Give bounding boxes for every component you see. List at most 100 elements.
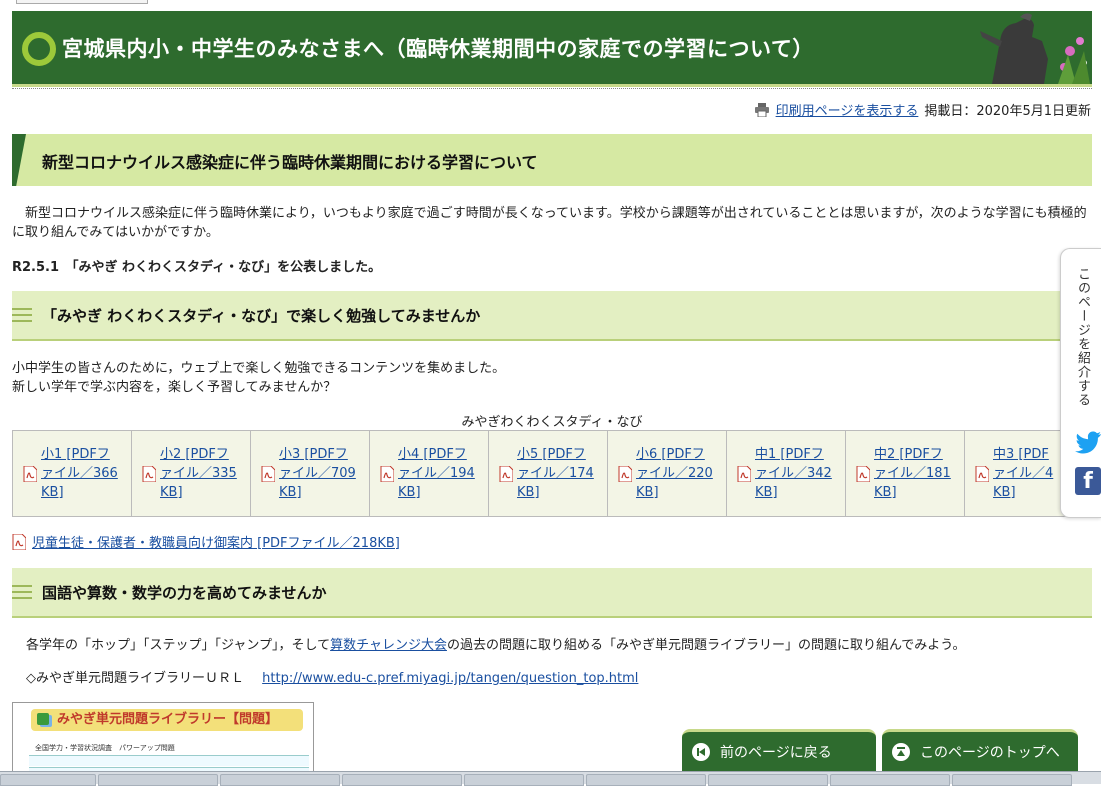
cell-content: 小5 [PDFフ ァイル／174 KB]: [489, 445, 607, 502]
study-navi-text-1: 小中学生の皆さんのために，ウェブ上で楽しく勉強できるコンテンツを集めました。: [12, 361, 506, 376]
taskbar-item[interactable]: [342, 774, 462, 786]
taskbar-item[interactable]: [0, 774, 96, 786]
cell-content: 中2 [PDFフ ァイル／181 KB]: [846, 445, 964, 502]
link-line: 小5 [PDFフ: [517, 447, 586, 462]
twitter-icon[interactable]: [1073, 427, 1101, 457]
grade-pdf-link[interactable]: 小1 [PDFフ ァイル／366 KB]: [41, 445, 121, 502]
print-page-link[interactable]: 印刷用ページを表示する: [776, 100, 919, 119]
share-panel: このページを紹介する f: [1060, 248, 1101, 518]
library-image-header: みやぎ単元問題ライブラリー【問題】: [31, 709, 303, 731]
taskbar-item[interactable]: [586, 774, 706, 786]
taskbar-item[interactable]: [220, 774, 340, 786]
pdf-icon: [975, 465, 990, 482]
taskbar-item[interactable]: [952, 774, 1072, 786]
grade-pdf-link[interactable]: 小2 [PDFフ ァイル／335 KB]: [160, 445, 240, 502]
facebook-icon[interactable]: f: [1075, 467, 1101, 495]
back-button[interactable]: 前のページに戻る: [682, 729, 876, 771]
os-taskbar: [0, 771, 1101, 786]
printer-icon: [754, 102, 770, 117]
grade-pdf-link[interactable]: 小4 [PDFフ ァイル／194 KB]: [398, 445, 478, 502]
print-bar: 印刷用ページを表示する 掲載日：2020年5月1日更新: [754, 100, 1091, 119]
statue-illustration: [972, 11, 1092, 84]
top-tab-fragment[interactable]: [16, 0, 148, 4]
table-cell: 中1 [PDFフ ァイル／342 KB]: [726, 430, 846, 517]
taskbar-item[interactable]: [464, 774, 584, 786]
cell-content: 小4 [PDFフ ァイル／194 KB]: [370, 445, 488, 502]
table-caption: みやぎわくわくスタディ・なび: [461, 415, 643, 430]
link-line: 小3 [PDFフ: [279, 447, 348, 462]
pdf-icon: [856, 465, 871, 482]
cell-content: 小6 [PDFフ ァイル／220 KB]: [608, 445, 726, 502]
heading-accent: [12, 134, 26, 186]
library-url-label: ◇みやぎ単元問題ライブラリーＵＲＬ: [26, 671, 244, 686]
page-top-button-label: このページのトップへ: [920, 744, 1060, 761]
link-line: 中2 [PDFフ: [874, 447, 943, 462]
grade-pdf-link[interactable]: 中1 [PDFフ ァイル／342 KB]: [755, 445, 835, 502]
cell-content: 小1 [PDFフ ァイル／366 KB]: [13, 445, 131, 502]
link-line: ァイル／194: [398, 466, 475, 481]
link-line: 小1 [PDFフ: [41, 447, 110, 462]
publish-date: 掲載日：2020年5月1日更新: [924, 104, 1091, 119]
table-cell: 小5 [PDFフ ァイル／174 KB]: [488, 430, 608, 517]
update-notice: R2.5.1 「みやぎ わくわくスタディ・なび」を公表しました。: [12, 260, 382, 275]
page-title-banner: 宮城県内小・中学生のみなさまへ（臨時休業期間中の家庭での学習について）: [12, 11, 1092, 87]
grade-pdf-link[interactable]: 小3 [PDFフ ァイル／709 KB]: [279, 445, 359, 502]
link-line: ァイル／181: [874, 466, 951, 481]
heading-lines-icon: [12, 308, 32, 322]
table-cell: 小3 [PDFフ ァイル／709 KB]: [250, 430, 370, 517]
table-cell: 小6 [PDFフ ァイル／220 KB]: [607, 430, 727, 517]
pdf-icon: [23, 465, 38, 482]
link-line: KB]: [874, 485, 897, 500]
divider: [12, 88, 1092, 92]
page-title: 宮城県内小・中学生のみなさまへ（臨時休業期間中の家庭での学習について）: [62, 37, 814, 61]
taskbar-item[interactable]: [830, 774, 950, 786]
link-line: ァイル／709: [279, 466, 356, 481]
link-line: 小2 [PDFフ: [160, 447, 229, 462]
circle-bullet-icon: [22, 32, 56, 66]
cell-content: 小2 [PDFフ ァイル／335 KB]: [132, 445, 250, 502]
skills-text-part: 各学年の「ホップ」「ステップ」「ジャンプ」，そして: [26, 638, 331, 653]
link-line: 小4 [PDFフ: [398, 447, 467, 462]
link-line: ァイル／366: [41, 466, 118, 481]
link-line: ァイル／174: [517, 466, 594, 481]
grade-pdf-link[interactable]: 小6 [PDFフ ァイル／220 KB]: [636, 445, 716, 502]
library-logo-icon: [37, 713, 49, 725]
heading-lines-icon: [12, 585, 32, 599]
pdf-icon: [618, 465, 633, 482]
link-line: KB]: [279, 485, 302, 500]
taskbar-item[interactable]: [98, 774, 218, 786]
link-line: KB]: [160, 485, 183, 500]
table-cell: 中2 [PDFフ ァイル／181 KB]: [845, 430, 965, 517]
page-top-button[interactable]: このページのトップへ: [882, 729, 1078, 771]
library-url-row: ◇みやぎ単元問題ライブラリーＵＲＬ http://www.edu-c.pref.…: [26, 669, 638, 688]
guide-pdf-link[interactable]: 児童生徒・保護者・教職員向け御案内 [PDFファイル／218KB]: [32, 532, 400, 551]
grade-pdf-link[interactable]: 中2 [PDFフ ァイル／181 KB]: [874, 445, 954, 502]
link-line: ァイル／220: [636, 466, 713, 481]
section-heading-text: 新型コロナウイルス感染症に伴う臨時休業期間における学習について: [42, 153, 538, 172]
taskbar-item[interactable]: [708, 774, 828, 786]
table-row: 小1 [PDFフ ァイル／366 KB] 小2 [PDFフ ァイル／335 KB] 小3 […: [12, 430, 1084, 517]
study-navi-text-2: 新しい学年で学ぶ内容を，楽しく予習してみませんか？: [12, 380, 337, 395]
section-heading-study-navi: 「みやぎ わくわくスタディ・なび」で楽しく勉強してみませんか: [12, 291, 1092, 341]
skills-text-part: の過去の問題に取り組める「みやぎ単元問題ライブラリー」の問題に取り組んでみよう。: [446, 638, 966, 653]
library-url-link[interactable]: http://www.edu-c.pref.miyagi.jp/tangen/q…: [262, 671, 638, 686]
pdf-icon: [261, 465, 276, 482]
guide-link-row: 児童生徒・保護者・教職員向け御案内 [PDFファイル／218KB]: [12, 532, 400, 551]
section-heading-skills: 国語や算数・数学の力を高めてみませんか: [12, 568, 1092, 618]
table-cell: 小2 [PDFフ ァイル／335 KB]: [131, 430, 251, 517]
pdf-icon: [142, 465, 157, 482]
skills-text: 各学年の「ホップ」「ステップ」「ジャンプ」，そして算数チャレンジ大会の過去の問題…: [26, 636, 966, 655]
grade-pdf-link[interactable]: 小5 [PDFフ ァイル／174 KB]: [517, 445, 597, 502]
section-heading-text: 「みやぎ わくわくスタディ・なび」で楽しく勉強してみませんか: [42, 307, 481, 325]
library-image-title: みやぎ単元問題ライブラリー【問題】: [57, 712, 279, 727]
pdf-icon: [12, 533, 27, 550]
library-image-subtitle: 全国学力・学習状況調査 パワーアップ問題: [35, 744, 175, 752]
link-line: 中1 [PDFフ: [755, 447, 824, 462]
cell-content: 中1 [PDFフ ァイル／342 KB]: [727, 445, 845, 502]
link-line: 小6 [PDFフ: [636, 447, 705, 462]
math-challenge-link[interactable]: 算数チャレンジ大会: [330, 638, 447, 653]
intro-paragraph: 新型コロナウイルス感染症に伴う臨時休業により，いつもより家庭で過ごす時間が長くな…: [12, 206, 1087, 240]
pdf-icon: [380, 465, 395, 482]
section-heading-covid: 新型コロナウイルス感染症に伴う臨時休業期間における学習について: [12, 134, 1092, 186]
section-heading-text: 国語や算数・数学の力を高めてみませんか: [42, 584, 327, 602]
